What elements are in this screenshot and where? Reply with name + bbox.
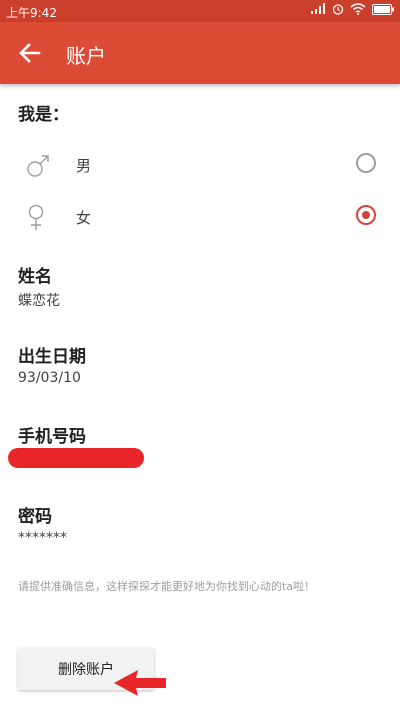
male-symbol-icon — [27, 155, 49, 177]
female-symbol-icon — [28, 204, 44, 230]
status-bar: 上午9:42 — [0, 0, 400, 22]
app-bar: 账户 — [0, 22, 400, 84]
radio-female[interactable] — [356, 205, 376, 225]
birthday-field[interactable]: 出生日期 93/03/10 — [0, 342, 400, 406]
birthday-label: 出生日期 — [18, 347, 86, 367]
gender-option-label: 女 — [76, 209, 92, 227]
wifi-icon — [350, 3, 366, 15]
name-value: 蝶恋花 — [18, 293, 60, 309]
gender-option-female[interactable]: 女 — [0, 192, 400, 242]
status-icons — [310, 3, 394, 15]
gender-option-label: 男 — [76, 157, 92, 175]
status-time: 上午9:42 — [6, 6, 57, 20]
battery-icon — [372, 3, 394, 15]
password-label: 密码 — [18, 507, 52, 527]
page-title: 账户 — [66, 44, 106, 68]
radio-male[interactable] — [356, 153, 376, 173]
phone-field[interactable]: 手机号码 — [0, 422, 400, 486]
signal-icon — [311, 3, 325, 14]
name-label: 姓名 — [18, 267, 52, 287]
gender-option-male[interactable]: 男 — [0, 140, 400, 190]
gender-label: 我是： — [18, 105, 69, 125]
phone-label: 手机号码 — [18, 427, 86, 447]
password-field[interactable]: 密码 ******* — [0, 502, 400, 566]
arrow-left-icon — [19, 43, 41, 63]
annotation-arrow-icon — [114, 670, 166, 696]
back-button[interactable] — [16, 39, 44, 67]
birthday-value: 93/03/10 — [18, 370, 81, 386]
alarm-icon — [332, 4, 344, 15]
redaction-mark — [8, 448, 144, 468]
name-field[interactable]: 姓名 蝶恋花 — [0, 262, 400, 326]
password-value: ******* — [18, 530, 67, 546]
hint-text: 请提供准确信息，这样探探才能更好地为你找到心动的ta啦！ — [18, 580, 316, 593]
